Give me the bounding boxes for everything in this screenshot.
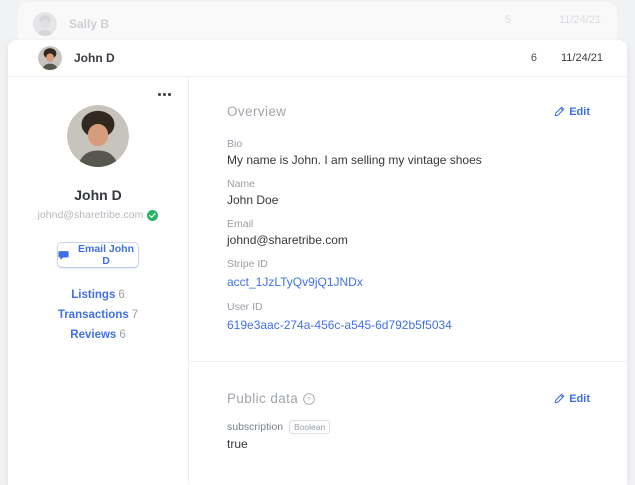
profile-email: johnd@sharetribe.com <box>37 209 144 221</box>
user-row-name: John D <box>74 51 115 65</box>
field-stripe-id: Stripe ID acct_1JzLTyQv9jQ1JNDx <box>227 258 363 290</box>
detail-panel: Overview Edit Bio My name is John. I am … <box>189 77 627 484</box>
email-user-button[interactable]: Email John D <box>57 242 139 268</box>
avatar <box>33 12 57 36</box>
profile-email-row: johnd@sharetribe.com <box>8 209 188 221</box>
list-row-count: 5 <box>504 14 511 26</box>
user-id-link[interactable]: 619e3aac-274a-456c-a545-6d792b5f5034 <box>227 318 452 333</box>
more-options-icon[interactable] <box>155 90 174 99</box>
user-detail-card: John D 6 11/24/21 John D johnd@sharetrib… <box>8 40 627 485</box>
list-row-name: Sally B <box>69 17 110 31</box>
reviews-count: 6 <box>119 329 126 341</box>
svg-text:?: ? <box>307 396 311 403</box>
stripe-id-link[interactable]: acct_1JzLTyQv9jQ1JNDx <box>227 275 363 290</box>
user-row-header[interactable]: John D 6 11/24/21 <box>8 40 627 77</box>
public-data-title: Public data <box>227 391 299 406</box>
type-badge: Boolean <box>289 420 331 434</box>
help-circle-icon[interactable]: ? <box>303 392 315 405</box>
overview-edit-label: Edit <box>569 105 590 118</box>
field-email: Email johnd@sharetribe.com <box>227 218 348 247</box>
sidebar-link-listings[interactable]: Listings 6 <box>8 285 188 305</box>
transactions-count: 7 <box>131 309 139 321</box>
profile-photo <box>67 105 129 167</box>
user-row-date: 11/24/21 <box>560 52 603 64</box>
avatar <box>38 46 62 70</box>
pencil-icon <box>554 106 565 117</box>
field-name: Name John Doe <box>227 178 279 207</box>
overview-edit-button[interactable]: Edit <box>554 106 590 118</box>
sidebar-link-transactions[interactable]: Transactions 7 <box>8 305 188 325</box>
profile-sidebar: John D johnd@sharetribe.com Email John D… <box>8 77 189 484</box>
pencil-icon <box>554 393 565 404</box>
email-user-button-label: Email John D <box>77 243 134 267</box>
public-data-edit-label: Edit <box>569 392 590 405</box>
field-user-id: User ID 619e3aac-274a-456c-a545-6d792b5f… <box>227 301 452 333</box>
overview-title: Overview <box>227 104 287 119</box>
field-bio: Bio My name is John. I am selling my vin… <box>227 138 482 167</box>
listings-count: 6 <box>118 289 125 301</box>
chat-bubble-icon <box>58 250 69 261</box>
profile-links: Listings 6 Transactions 7 Reviews 6 <box>8 285 188 345</box>
user-row-count: 6 <box>530 52 537 64</box>
public-data-edit-button[interactable]: Edit <box>554 393 590 405</box>
verified-check-icon <box>147 209 159 221</box>
field-subscription: subscription Boolean true <box>227 420 590 452</box>
profile-name: John D <box>74 187 122 203</box>
overview-section: Overview Edit Bio My name is John. I am … <box>189 77 627 362</box>
public-data-section: Public data ? Edit subscription Boolean … <box>189 362 627 484</box>
list-row-date: 11/24/21 <box>558 14 601 26</box>
sidebar-link-reviews[interactable]: Reviews 6 <box>8 325 188 345</box>
